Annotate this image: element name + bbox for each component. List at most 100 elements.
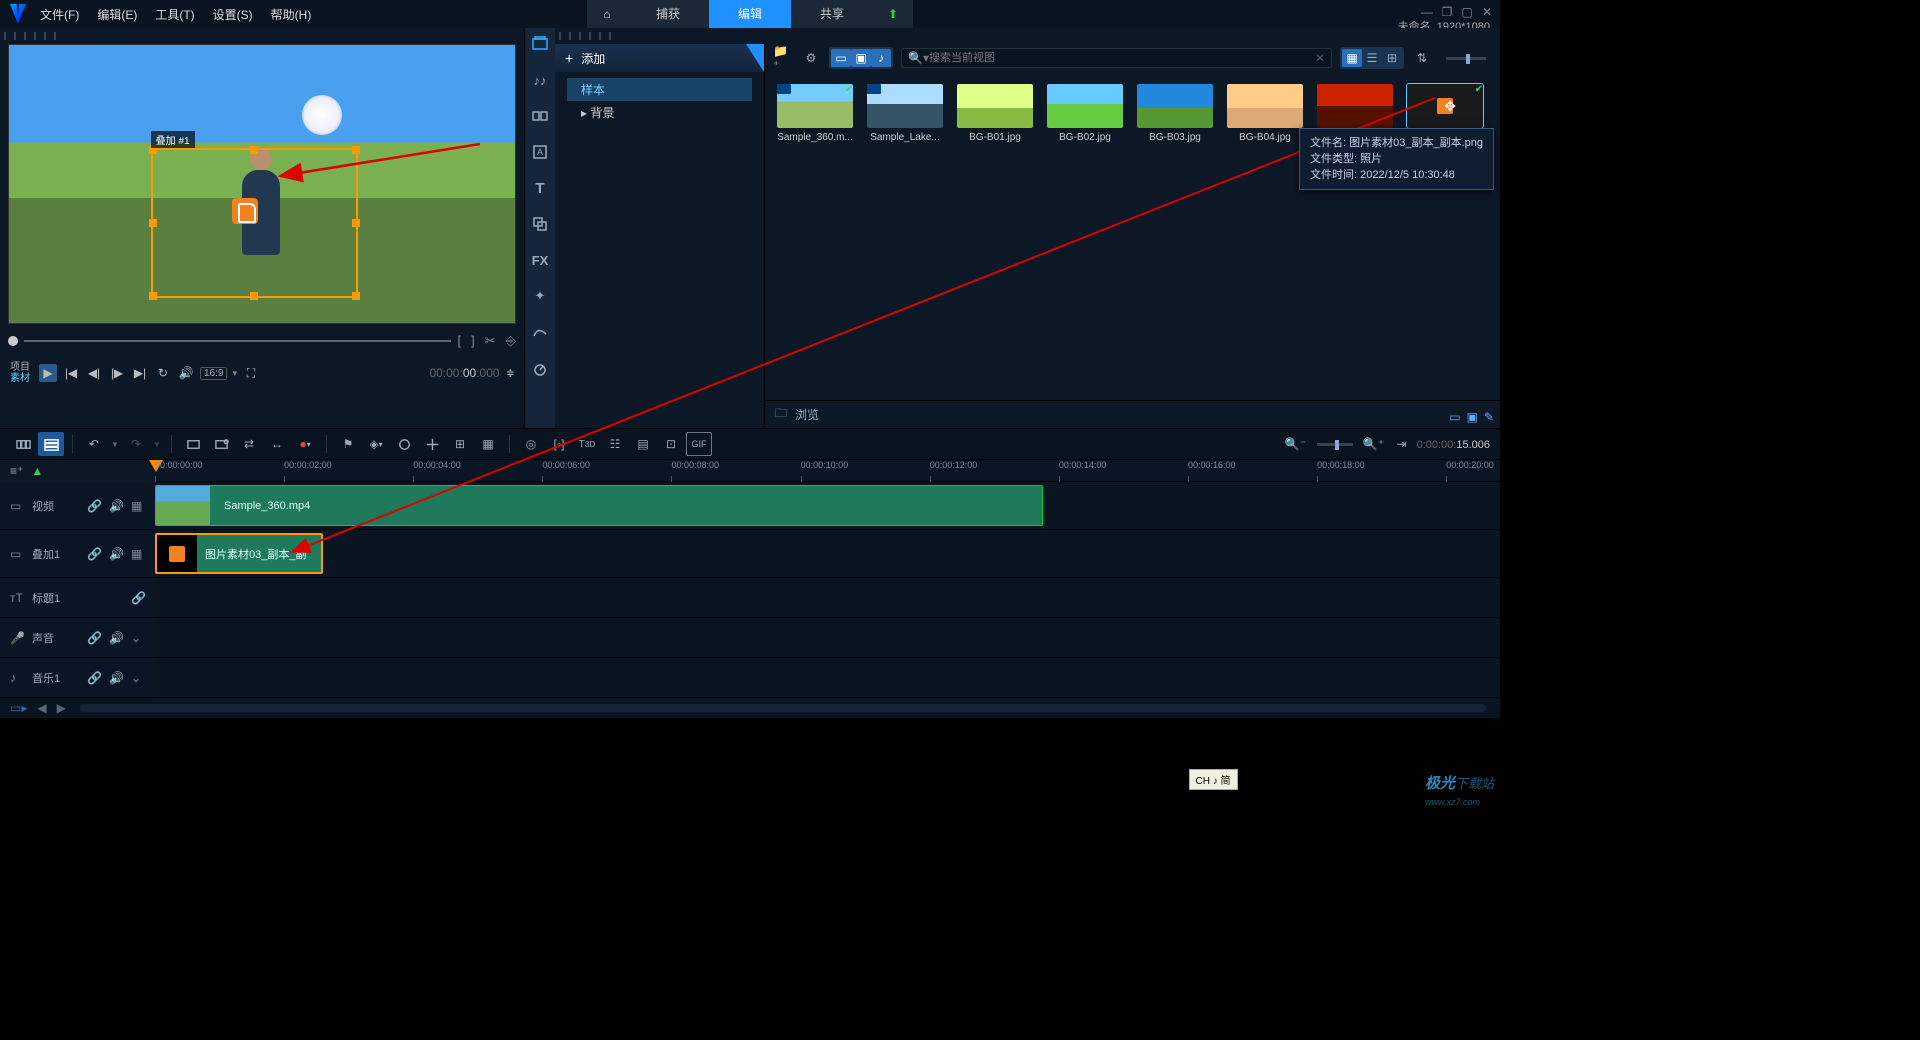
- speed-icon[interactable]: [530, 358, 550, 378]
- track-collapse-icon[interactable]: ▲: [31, 464, 43, 478]
- settings-gear-icon[interactable]: ⚙: [801, 49, 821, 67]
- link-icon[interactable]: 🔗: [131, 591, 145, 605]
- clip-overlay[interactable]: 图片素材03_副本_副: [155, 533, 323, 574]
- play-button[interactable]: ▶: [39, 364, 57, 382]
- restore-icon[interactable]: ❐: [1440, 5, 1454, 19]
- add-media-button[interactable]: +添加: [555, 44, 764, 72]
- focus-icon[interactable]: [◦]: [546, 432, 572, 456]
- preview-canvas[interactable]: 叠加 #1: [8, 44, 516, 324]
- scroll-prev-icon[interactable]: ◀: [37, 701, 46, 715]
- panel-video-icon[interactable]: ▭: [1449, 410, 1460, 424]
- thumbnail-item[interactable]: BG-B02.jpg: [1047, 84, 1123, 143]
- filter-photo-icon[interactable]: ▣: [851, 49, 871, 67]
- track-body[interactable]: Sample_360.mp4: [155, 482, 1500, 529]
- resize-handle[interactable]: [352, 292, 360, 300]
- minimize-icon[interactable]: —: [1420, 5, 1434, 19]
- track-motion-icon[interactable]: ◎: [518, 432, 544, 456]
- scroll-next-icon[interactable]: ▶: [57, 701, 66, 715]
- thumbnail-item[interactable]: Sample_Lake...: [867, 84, 943, 143]
- marker-icon[interactable]: ⚑: [335, 432, 361, 456]
- tree-item-sample[interactable]: 样本: [567, 78, 752, 101]
- horizontal-scrollbar[interactable]: [80, 704, 1486, 712]
- chapter-icon[interactable]: ◈▾: [363, 432, 389, 456]
- resize-handle[interactable]: [149, 292, 157, 300]
- view-list-icon[interactable]: ☰: [1362, 49, 1382, 67]
- resize-handle[interactable]: [352, 146, 360, 154]
- search-input[interactable]: [929, 52, 1315, 64]
- selection-box[interactable]: [151, 148, 358, 298]
- chevron-down-icon[interactable]: ⌄: [131, 631, 145, 645]
- mute-icon[interactable]: 🔊: [109, 671, 123, 685]
- next-frame-button[interactable]: |▶: [108, 364, 126, 382]
- track-body[interactable]: [155, 618, 1500, 657]
- pan-zoom-icon[interactable]: ⊡: [658, 432, 684, 456]
- menu-help[interactable]: 帮助(H): [271, 6, 312, 23]
- cut-icon[interactable]: ⎆: [506, 333, 516, 349]
- tool-a-icon[interactable]: [391, 432, 417, 456]
- aspect-ratio[interactable]: 16:9: [200, 367, 227, 380]
- view-thumb-icon[interactable]: ▦: [1342, 49, 1362, 67]
- link-icon[interactable]: 🔗: [87, 671, 101, 685]
- browse-bar[interactable]: 🗀 浏览 ▭ ▣ ✎: [765, 400, 1500, 428]
- panel-edit-icon[interactable]: ✎: [1484, 410, 1494, 424]
- link-icon[interactable]: 🔗: [87, 547, 101, 561]
- undo-icon[interactable]: ↶: [81, 432, 107, 456]
- fit-timeline-icon[interactable]: ⇥: [1389, 432, 1415, 456]
- media-library-icon[interactable]: [530, 34, 550, 54]
- split-icon[interactable]: ✂: [485, 333, 496, 349]
- mark-in-icon[interactable]: [: [457, 333, 461, 349]
- maximize-icon[interactable]: ▢: [1460, 5, 1474, 19]
- redo-icon[interactable]: ↷: [123, 432, 149, 456]
- clip-video[interactable]: Sample_360.mp4: [155, 485, 1043, 526]
- redo-dropdown-icon[interactable]: ▼: [151, 432, 163, 456]
- clear-search-icon[interactable]: ✕: [1315, 51, 1325, 65]
- filter-video-icon[interactable]: ▭: [831, 49, 851, 67]
- scroll-handle-icon[interactable]: ▭▸: [10, 701, 27, 715]
- record-icon[interactable]: ●▾: [292, 432, 318, 456]
- resize-handle[interactable]: [250, 146, 258, 154]
- panel-grip[interactable]: [559, 32, 619, 40]
- tab-edit[interactable]: 编辑: [709, 0, 791, 28]
- link-icon[interactable]: 🔗: [87, 499, 101, 513]
- tool-2-icon[interactable]: [208, 432, 234, 456]
- motion-path-icon[interactable]: [530, 322, 550, 342]
- color-icon[interactable]: ✦: [530, 286, 550, 306]
- mute-icon[interactable]: 🔊: [109, 499, 123, 513]
- panel-image-icon[interactable]: ▣: [1467, 410, 1478, 424]
- link-icon[interactable]: 🔗: [87, 631, 101, 645]
- import-folder-icon[interactable]: 📁⁺: [773, 49, 793, 67]
- undo-dropdown-icon[interactable]: ▼: [109, 432, 121, 456]
- tab-home[interactable]: ⌂: [587, 0, 627, 28]
- prev-frame-button[interactable]: ◀|: [85, 364, 103, 382]
- resize-handle[interactable]: [149, 219, 157, 227]
- tool-b-icon[interactable]: [419, 432, 445, 456]
- mark-out-icon[interactable]: ]: [471, 333, 475, 349]
- filter-audio-icon[interactable]: ♪: [871, 49, 891, 67]
- resize-handle[interactable]: [250, 292, 258, 300]
- tree-item-background[interactable]: ▸ 背景: [567, 101, 752, 124]
- view-grid-icon[interactable]: ⊞: [1382, 49, 1402, 67]
- thumb-size-slider[interactable]: [1446, 57, 1486, 60]
- time-ruler[interactable]: 00:00:00:0000:00:02:0000:00:04:0000:00:0…: [155, 460, 1500, 482]
- tab-share[interactable]: 共享: [791, 0, 873, 28]
- timeline-zoom-slider[interactable]: [1317, 443, 1353, 446]
- scrub-bar[interactable]: [ ] ✂ ⎆: [8, 332, 516, 350]
- go-start-button[interactable]: |◀: [62, 364, 80, 382]
- fx-icon[interactable]: FX: [530, 250, 550, 270]
- title-icon[interactable]: A: [530, 142, 550, 162]
- subtitle-icon[interactable]: ☷: [602, 432, 628, 456]
- resize-handle[interactable]: [352, 219, 360, 227]
- tool-c-icon[interactable]: ▦: [475, 432, 501, 456]
- track-body[interactable]: [155, 578, 1500, 617]
- audio-icon[interactable]: ♪♪: [530, 70, 550, 90]
- overlay-icon[interactable]: [530, 214, 550, 234]
- thumbnail-item[interactable]: ✔Sample_360.m...: [777, 84, 853, 143]
- mute-icon[interactable]: 🔊: [109, 631, 123, 645]
- menu-edit[interactable]: 编辑(E): [97, 6, 137, 23]
- tab-capture[interactable]: 捕获: [627, 0, 709, 28]
- tool-slip-icon[interactable]: ↔: [264, 432, 290, 456]
- fullscreen-button[interactable]: ⛶: [242, 364, 260, 382]
- volume-button[interactable]: 🔊: [177, 364, 195, 382]
- track-body[interactable]: [155, 658, 1500, 697]
- timeline-view-icon[interactable]: [38, 432, 64, 456]
